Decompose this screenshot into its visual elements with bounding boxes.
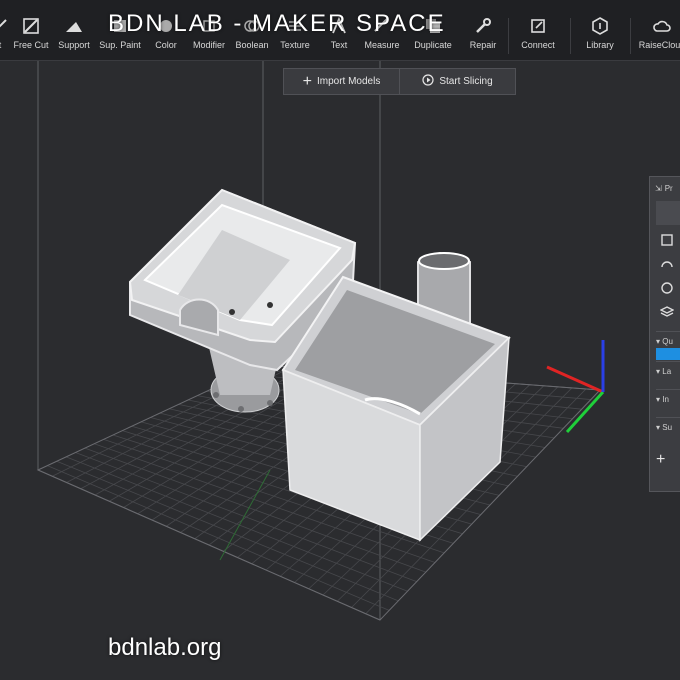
import-models-button[interactable]: + Import Models: [284, 69, 399, 94]
tool-label: Color: [155, 40, 177, 50]
panel-section-infill[interactable]: ▾ In: [656, 389, 680, 413]
import-models-label: Import Models: [316, 76, 381, 87]
panel-header: ⇲ Pr: [650, 177, 680, 199]
toolbar-divider: [630, 18, 631, 54]
section-label: In: [662, 395, 669, 404]
tool-label: Duplicate: [414, 40, 452, 50]
tool-label: RaiseCloud: [638, 40, 680, 50]
tool-label: Support: [58, 40, 90, 50]
print-settings-panel: ⇲ Pr ▾ Qu ▾ La ▾ In ▾ Su +: [649, 176, 680, 492]
tool-label: Modifier: [192, 40, 225, 50]
video-title-overlay: BDN LAB - MAKER SPACE: [108, 10, 446, 37]
tool-label: Sup. Paint: [99, 40, 141, 50]
profile-icon[interactable]: [660, 233, 674, 247]
plus-icon: +: [302, 72, 312, 90]
tool-label: Repair: [469, 40, 497, 50]
action-bar: + Import Models Start Slicing: [283, 68, 516, 95]
cloud-icon: [652, 16, 672, 36]
panel-section-layer[interactable]: ▾ La: [656, 361, 680, 385]
tool-label: Library: [586, 40, 614, 50]
start-slicing-label: Start Slicing: [439, 76, 493, 87]
video-footer-overlay: bdnlab.org: [108, 634, 222, 661]
layers-icon[interactable]: [660, 305, 674, 319]
section-label: La: [662, 367, 672, 376]
tool-raisecloud[interactable]: RaiseCloud: [632, 16, 680, 60]
free-cut-icon: [21, 16, 41, 36]
tool-label: Text: [330, 40, 348, 50]
play-circle-icon: [422, 74, 434, 89]
section-label: Qu: [662, 337, 673, 346]
3d-viewport[interactable]: [0, 61, 680, 680]
tool-label: Boolean: [235, 40, 269, 50]
tool-label: Texture: [280, 40, 310, 50]
panel-tab-strip: [656, 201, 680, 225]
axis-gizmo[interactable]: [546, 340, 605, 434]
collapse-icon[interactable]: ⇲: [655, 184, 662, 193]
library-icon: [590, 16, 610, 36]
speed-icon[interactable]: [660, 257, 674, 271]
tool-connect[interactable]: Connect: [508, 16, 568, 60]
tool-label: Measure: [364, 40, 400, 50]
panel-header-label: Pr: [664, 183, 673, 193]
start-slicing-button[interactable]: Start Slicing: [399, 69, 515, 94]
panel-section-support[interactable]: ▾ Su: [656, 417, 680, 441]
tool-label: Connect: [521, 40, 555, 50]
add-button[interactable]: +: [656, 451, 665, 469]
shell-icon[interactable]: [660, 281, 674, 295]
support-icon: [64, 16, 84, 36]
panel-selected-row[interactable]: [656, 348, 680, 360]
section-label: Su: [662, 423, 673, 432]
tool-library[interactable]: Library: [570, 16, 630, 60]
tool-repair[interactable]: Repair: [453, 16, 513, 60]
wrench-icon: [473, 16, 493, 36]
connect-icon: [528, 16, 548, 36]
